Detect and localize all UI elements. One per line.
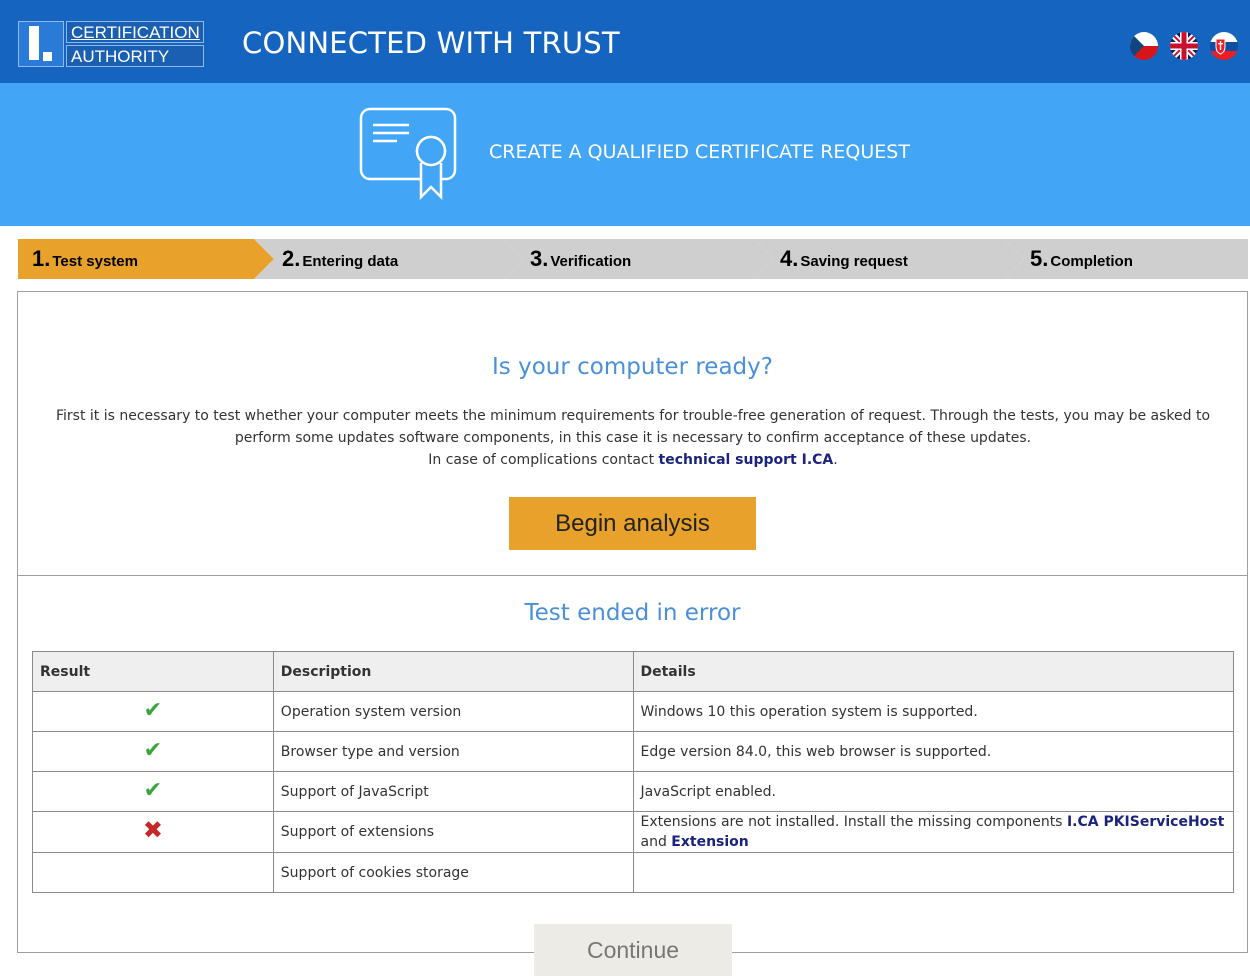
technical-support-link[interactable]: technical support I.CA	[659, 452, 834, 468]
result-cell: ✔	[32, 731, 274, 772]
details-cell: Extensions are not installed. Install th…	[632, 811, 1234, 853]
result-cell	[32, 852, 274, 893]
description-cell: Browser type and version	[272, 731, 634, 772]
step-completion[interactable]: 5. Completion	[1004, 239, 1248, 279]
step-label: Entering data	[302, 253, 399, 270]
description-cell: Operation system version	[272, 691, 634, 732]
check-icon: ✔	[143, 777, 163, 803]
logo-text-authority: AUTHORITY	[66, 45, 204, 67]
table-row: Support of cookies storage	[32, 852, 1234, 893]
step-test-system[interactable]: 1. Test system	[18, 239, 284, 279]
details-cell: JavaScript enabled.	[632, 771, 1234, 812]
step-label: Test system	[52, 253, 138, 270]
details-cell	[632, 852, 1234, 893]
page-title: CREATE A QUALIFIED CERTIFICATE REQUEST	[489, 141, 910, 163]
continue-button[interactable]: Continue	[534, 924, 732, 976]
step-number: 1.	[32, 246, 51, 271]
step-label: Verification	[550, 253, 632, 270]
tagline: CONNECTED WITH TRUST	[242, 26, 620, 60]
column-header-description: Description	[272, 651, 634, 692]
step-verification[interactable]: 3. Verification	[504, 239, 774, 279]
slovak-flag-icon[interactable]	[1210, 32, 1238, 60]
results-heading: Test ended in error	[524, 600, 741, 626]
begin-analysis-button[interactable]: Begin analysis	[509, 497, 756, 550]
language-switcher	[1130, 32, 1238, 60]
czech-flag-icon[interactable]	[1130, 32, 1158, 60]
support-suffix: .	[833, 452, 838, 468]
ica-logo[interactable]: CERTIFICATION AUTHORITY	[18, 21, 204, 67]
logo-text-certification: CERTIFICATION	[66, 21, 204, 43]
intro-paragraph: First it is necessary to test whether yo…	[55, 408, 1211, 446]
page-banner: CREATE A QUALIFIED CERTIFICATE REQUEST	[0, 83, 1250, 226]
step-saving-request[interactable]: 4. Saving request	[754, 239, 1024, 279]
pkiservicehost-link[interactable]: I.CA PKIServiceHost	[1067, 814, 1224, 830]
results-table: Result Description Details ✔ Operation s…	[32, 651, 1234, 893]
details-cell: Edge version 84.0, this web browser is s…	[632, 731, 1234, 772]
step-number: 4.	[780, 246, 799, 271]
details-and: and	[640, 834, 667, 850]
error-x-icon: ✖	[142, 816, 163, 844]
table-header-row: Result Description Details	[32, 651, 1234, 692]
certificate-icon	[359, 107, 457, 201]
description-cell: Support of cookies storage	[272, 852, 634, 893]
section-divider	[18, 575, 1247, 576]
step-label: Saving request	[800, 253, 908, 270]
table-row: ✔ Browser type and version Edge version …	[32, 731, 1234, 772]
wizard-steps: 1. Test system 2. Entering data 3. Verifica…	[18, 239, 1248, 279]
extension-link[interactable]: Extension	[671, 834, 748, 850]
step-number: 5.	[1030, 246, 1049, 271]
step-entering-data[interactable]: 2. Entering data	[254, 239, 524, 279]
test-panel: Is your computer ready? First it is nece…	[17, 291, 1248, 953]
details-text: Extensions are not installed. Install th…	[640, 814, 1063, 830]
details-cell: Windows 10 this operation system is supp…	[632, 691, 1234, 732]
check-icon: ✔	[143, 697, 163, 723]
uk-flag-icon[interactable]	[1170, 32, 1198, 60]
result-cell: ✖	[32, 811, 274, 853]
step-number: 3.	[530, 246, 549, 271]
ready-heading: Is your computer ready?	[492, 354, 773, 380]
column-header-details: Details	[632, 651, 1234, 692]
logo-mark	[18, 21, 64, 67]
step-label: Completion	[1050, 253, 1133, 270]
table-row: ✔ Support of JavaScript JavaScript enabl…	[32, 771, 1234, 812]
description-cell: Support of JavaScript	[272, 771, 634, 812]
top-header: CERTIFICATION AUTHORITY CONNECTED WITH T…	[0, 0, 1250, 83]
table-row: ✖ Support of extensions Extensions are n…	[32, 811, 1234, 853]
column-header-result: Result	[32, 651, 274, 692]
check-icon: ✔	[143, 737, 163, 763]
intro-text: First it is necessary to test whether yo…	[38, 405, 1228, 471]
result-cell: ✔	[32, 771, 274, 812]
step-number: 2.	[282, 246, 301, 271]
table-row: ✔ Operation system version Windows 10 th…	[32, 691, 1234, 732]
support-prefix: In case of complications contact	[428, 452, 655, 468]
result-cell: ✔	[32, 691, 274, 732]
description-cell: Support of extensions	[272, 811, 634, 853]
